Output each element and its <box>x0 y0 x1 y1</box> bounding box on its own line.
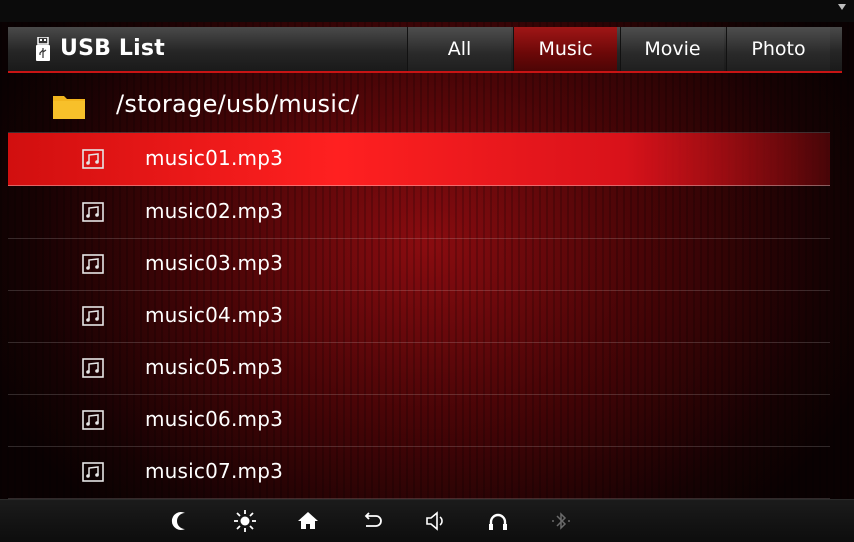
music-file-icon <box>82 462 104 482</box>
file-name: music05.mp3 <box>145 355 284 379</box>
folder-path: /storage/usb/music/ <box>116 90 360 118</box>
music-file-icon <box>82 306 104 326</box>
home-icon[interactable] <box>288 507 328 535</box>
bluetooth-icon[interactable] <box>541 507 581 535</box>
music-file-icon <box>82 410 104 430</box>
tab-music[interactable]: Music <box>513 27 617 71</box>
bottom-bar <box>0 499 854 542</box>
status-strip <box>0 0 854 22</box>
page-title: USB List <box>60 36 165 61</box>
list-item[interactable]: music05.mp3 <box>8 342 830 395</box>
music-file-icon <box>82 254 104 274</box>
header-bar: USB List All Music Movie Photo <box>8 27 842 73</box>
volume-icon[interactable] <box>415 507 455 535</box>
file-name: music02.mp3 <box>145 199 284 223</box>
brightness-icon[interactable] <box>225 507 265 535</box>
media-screen: USB List All Music Movie Photo /storage/… <box>0 0 854 542</box>
file-name: music07.mp3 <box>145 459 284 483</box>
music-file-icon <box>82 202 104 222</box>
folder-path-row[interactable]: /storage/usb/music/ <box>8 80 830 133</box>
list-item[interactable]: music07.mp3 <box>8 446 830 499</box>
list-item[interactable]: music01.mp3 <box>8 133 830 186</box>
tab-photo[interactable]: Photo <box>726 27 830 71</box>
music-file-icon <box>82 149 104 169</box>
dropdown-arrow-icon[interactable] <box>838 4 846 10</box>
file-name: music03.mp3 <box>145 251 284 275</box>
file-name: music06.mp3 <box>145 407 284 431</box>
list-item[interactable]: music06.mp3 <box>8 394 830 447</box>
list-item[interactable]: music02.mp3 <box>8 186 830 239</box>
folder-icon <box>53 96 85 119</box>
music-file-icon <box>82 358 104 378</box>
moon-icon[interactable] <box>162 507 202 535</box>
list-item[interactable]: music03.mp3 <box>8 238 830 291</box>
usb-icon <box>36 37 50 61</box>
file-name: music04.mp3 <box>145 303 284 327</box>
call-icon[interactable] <box>478 507 518 535</box>
back-icon[interactable] <box>352 507 392 535</box>
list-item[interactable]: music04.mp3 <box>8 290 830 343</box>
file-name: music01.mp3 <box>145 146 284 170</box>
tab-movie[interactable]: Movie <box>620 27 724 71</box>
tab-all[interactable]: All <box>407 27 511 71</box>
